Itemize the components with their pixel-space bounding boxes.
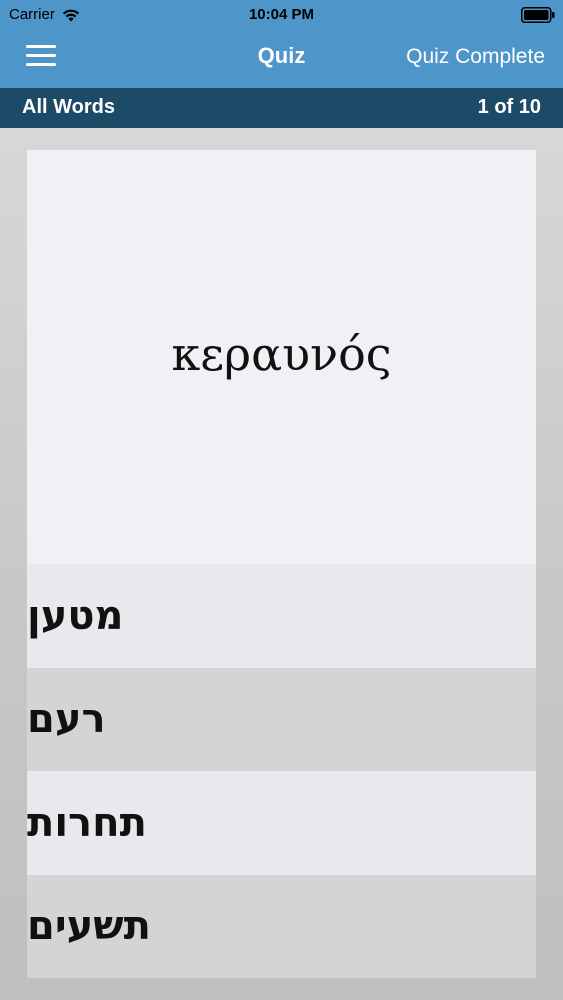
- status-time: 10:04 PM: [248, 6, 315, 23]
- prompt-area: κεραυνός: [27, 150, 536, 564]
- battery-icon: [521, 7, 555, 23]
- answer-option-1[interactable]: מטען: [27, 564, 536, 668]
- answer-option-label: תשעים: [27, 903, 151, 950]
- answer-option-2[interactable]: רעם: [27, 667, 536, 771]
- navigation-bar: Quiz Quiz Complete: [0, 30, 563, 88]
- quiz-progress: 1 of 10: [477, 96, 541, 118]
- prompt-word: κεραυνός: [171, 327, 392, 381]
- answer-option-3[interactable]: תחרות: [27, 771, 536, 875]
- answer-option-label: מטען: [27, 592, 124, 639]
- word-list-name: All Words: [22, 96, 115, 118]
- quiz-card: κεραυνός מטען רעם תחרות תשעים: [27, 150, 536, 978]
- answer-list: מטען רעם תחרות תשעים: [27, 564, 536, 978]
- answer-option-4[interactable]: תשעים: [27, 874, 536, 978]
- status-bar: Carrier 10:04 PM: [0, 0, 563, 30]
- quiz-complete-button[interactable]: Quiz Complete: [406, 45, 545, 69]
- answer-option-label: תחרות: [27, 799, 147, 846]
- answer-option-label: רעם: [27, 696, 106, 743]
- quiz-info-bar: All Words 1 of 10: [0, 88, 563, 128]
